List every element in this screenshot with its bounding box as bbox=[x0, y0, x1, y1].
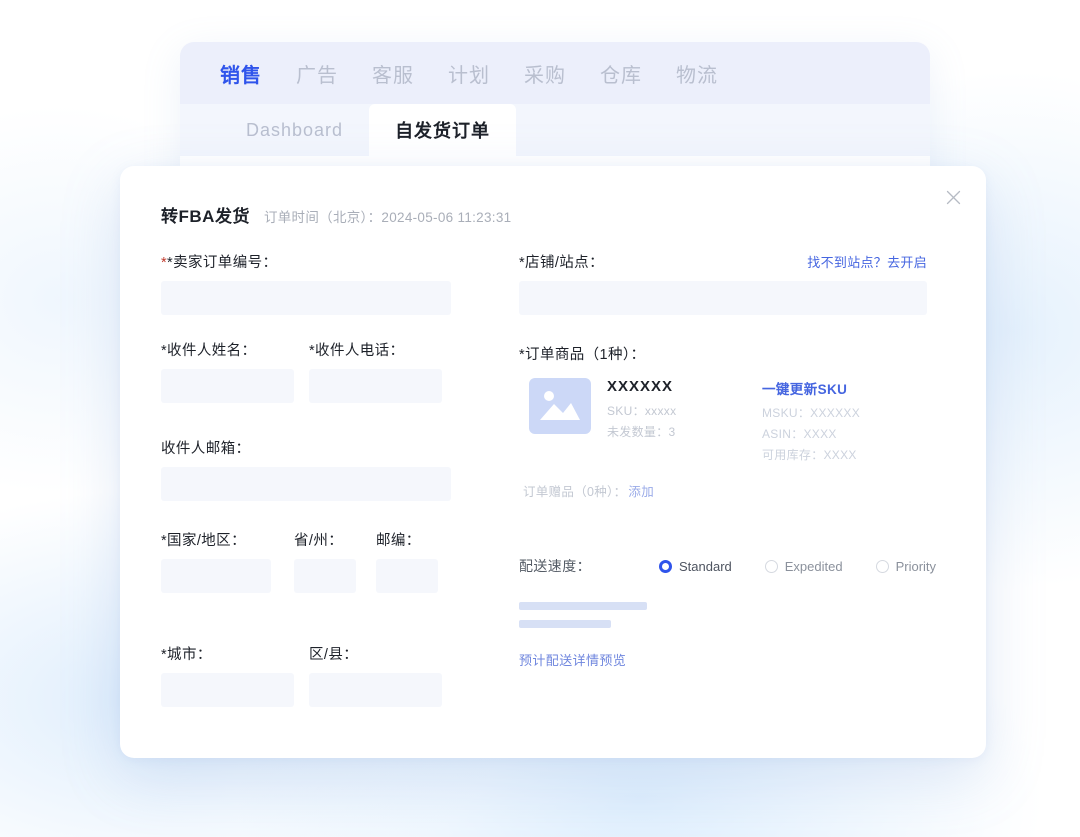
recipient-phone-input[interactable] bbox=[309, 369, 442, 403]
left-form-column: **卖家订单编号： *收件人姓名： *收件人电话： 收件人邮箱： *国家/地区：… bbox=[161, 251, 501, 731]
product-available-stock: 可用库存：XXXX bbox=[762, 448, 857, 462]
image-placeholder-icon bbox=[529, 378, 591, 434]
store-site-label: *店铺/站点： bbox=[519, 255, 604, 271]
radio-expedited-label: Expedited bbox=[784, 558, 843, 574]
transfer-to-fba-modal: 转FBA发货 订单时间（北京）：2024-05-06 11:23:31 **卖家… bbox=[120, 166, 986, 758]
radio-standard-icon bbox=[659, 559, 672, 573]
recipient-name-input[interactable] bbox=[161, 369, 294, 403]
order-items-label: *订单商品（1种）： bbox=[519, 347, 646, 363]
nav-tab-warehouse[interactable]: 仓库 bbox=[600, 59, 642, 88]
shipping-detail-skeleton bbox=[519, 602, 949, 628]
modal-header: 转FBA发货 订单时间（北京）：2024-05-06 11:23:31 bbox=[120, 166, 986, 227]
recipient-name-phone-row: *收件人姓名： *收件人电话： bbox=[161, 339, 501, 427]
city-label: *城市： bbox=[161, 647, 212, 663]
district-label: 区/县： bbox=[309, 647, 359, 663]
skeleton-bar-2 bbox=[519, 620, 611, 628]
field-city: *城市： bbox=[161, 643, 309, 707]
nav-tab-logistics[interactable]: 物流 bbox=[676, 59, 718, 88]
field-country: *国家/地区： bbox=[161, 529, 294, 593]
country-input[interactable] bbox=[161, 559, 271, 593]
country-province-postcode-row: *国家/地区： 省/州： 邮编： bbox=[161, 529, 501, 617]
radio-priority[interactable]: Priority bbox=[875, 558, 937, 574]
radio-expedited[interactable]: Expedited bbox=[764, 558, 843, 574]
shipping-speed-row: 配送速度： Standard Expedited Priority bbox=[519, 556, 949, 576]
modal-title: 转FBA发货 bbox=[161, 207, 250, 226]
city-district-row: *城市： 区/县： bbox=[161, 643, 501, 731]
update-sku-link[interactable]: 一键更新SKU bbox=[762, 378, 932, 398]
radio-priority-label: Priority bbox=[895, 558, 937, 574]
recipient-email-label: 收件人邮箱： bbox=[161, 441, 251, 457]
product-name: XXXXXX bbox=[607, 378, 674, 395]
product-sku-panel: 一键更新SKU MSKU：XXXXXX ASIN：XXXX 可用库存：XXXX bbox=[762, 378, 932, 463]
nav-tab-sales[interactable]: 销售 bbox=[220, 59, 262, 88]
nav-tab-purchase[interactable]: 采购 bbox=[524, 59, 566, 88]
nav-tab-service[interactable]: 客服 bbox=[372, 59, 414, 88]
postcode-input[interactable] bbox=[376, 559, 438, 593]
skeleton-bar-1 bbox=[519, 602, 647, 610]
order-items-section: *订单商品（1种）： XXXXXX SKU：xxxxx 未发数量：3 一键更新S… bbox=[519, 343, 949, 500]
subtab-self-ship-orders[interactable]: 自发货订单 bbox=[369, 104, 517, 156]
recipient-email-input[interactable] bbox=[161, 467, 451, 501]
seller-order-no-input[interactable] bbox=[161, 281, 451, 315]
product-asin: ASIN：XXXX bbox=[762, 427, 837, 441]
city-input[interactable] bbox=[161, 673, 294, 707]
field-store-site: *店铺/站点： 找不到站点？去开启 bbox=[519, 251, 949, 315]
product-unshipped-qty: 未发数量：3 bbox=[607, 425, 676, 439]
primary-nav-bar: 销售 广告 客服 计划 采购 仓库 物流 bbox=[180, 42, 930, 104]
store-site-select[interactable] bbox=[519, 281, 927, 315]
radio-priority-icon bbox=[875, 559, 889, 573]
right-form-column: *店铺/站点： 找不到站点？去开启 *订单商品（1种）： XXXXXX SKU：… bbox=[519, 251, 949, 731]
field-recipient-phone: *收件人电话： bbox=[309, 339, 459, 403]
province-label: 省/州： bbox=[294, 533, 344, 549]
find-site-link[interactable]: 找不到站点？去开启 bbox=[807, 252, 927, 271]
field-province: 省/州： bbox=[294, 529, 376, 593]
product-row: XXXXXX SKU：xxxxx 未发数量：3 一键更新SKU MSKU：XXX… bbox=[519, 378, 949, 463]
order-gift-row: 订单赠品（0种）： 添加 bbox=[519, 481, 949, 500]
delivery-preview-link[interactable]: 预计配送详情预览 bbox=[519, 650, 949, 669]
nav-tab-plan[interactable]: 计划 bbox=[448, 59, 490, 88]
province-input[interactable] bbox=[294, 559, 356, 593]
radio-expedited-icon bbox=[764, 559, 778, 573]
field-recipient-name: *收件人姓名： bbox=[161, 339, 309, 403]
country-label: *国家/地区： bbox=[161, 533, 246, 549]
order-gift-add-link[interactable]: 添加 bbox=[628, 481, 654, 500]
modal-body: **卖家订单编号： *收件人姓名： *收件人电话： 收件人邮箱： *国家/地区：… bbox=[120, 227, 986, 731]
recipient-phone-label: *收件人电话： bbox=[309, 343, 405, 359]
product-sku: SKU：xxxxx bbox=[607, 404, 677, 418]
product-info: XXXXXX SKU：xxxxx 未发数量：3 bbox=[607, 378, 762, 463]
seller-order-no-label: **卖家订单编号： bbox=[161, 255, 278, 271]
subtab-dashboard[interactable]: Dashboard bbox=[220, 104, 369, 156]
postcode-label: 邮编： bbox=[376, 533, 421, 549]
page-background: 销售 广告 客服 计划 采购 仓库 物流 Dashboard 自发货订单 转FB… bbox=[0, 0, 1080, 837]
radio-standard[interactable]: Standard bbox=[659, 559, 732, 574]
district-input[interactable] bbox=[309, 673, 442, 707]
field-district: 区/县： bbox=[309, 643, 459, 707]
seller-order-no-label-text: *卖家订单编号： bbox=[167, 255, 278, 271]
nav-tab-ads[interactable]: 广告 bbox=[296, 59, 338, 88]
field-recipient-email: 收件人邮箱： bbox=[161, 437, 501, 501]
field-postcode: 邮编： bbox=[376, 529, 456, 593]
radio-standard-label: Standard bbox=[679, 558, 732, 574]
shipping-speed-label: 配送速度： bbox=[519, 558, 591, 574]
order-gift-label: 订单赠品（0种）： bbox=[523, 485, 627, 499]
product-msku: MSKU：XXXXXX bbox=[762, 406, 860, 420]
field-seller-order-no: **卖家订单编号： bbox=[161, 251, 501, 315]
close-icon[interactable] bbox=[940, 184, 966, 210]
secondary-nav-bar: Dashboard 自发货订单 bbox=[180, 104, 930, 156]
recipient-name-label: *收件人姓名： bbox=[161, 343, 257, 359]
modal-order-time: 订单时间（北京）：2024-05-06 11:23:31 bbox=[263, 210, 512, 225]
store-site-label-row: *店铺/站点： 找不到站点？去开启 bbox=[519, 251, 927, 272]
